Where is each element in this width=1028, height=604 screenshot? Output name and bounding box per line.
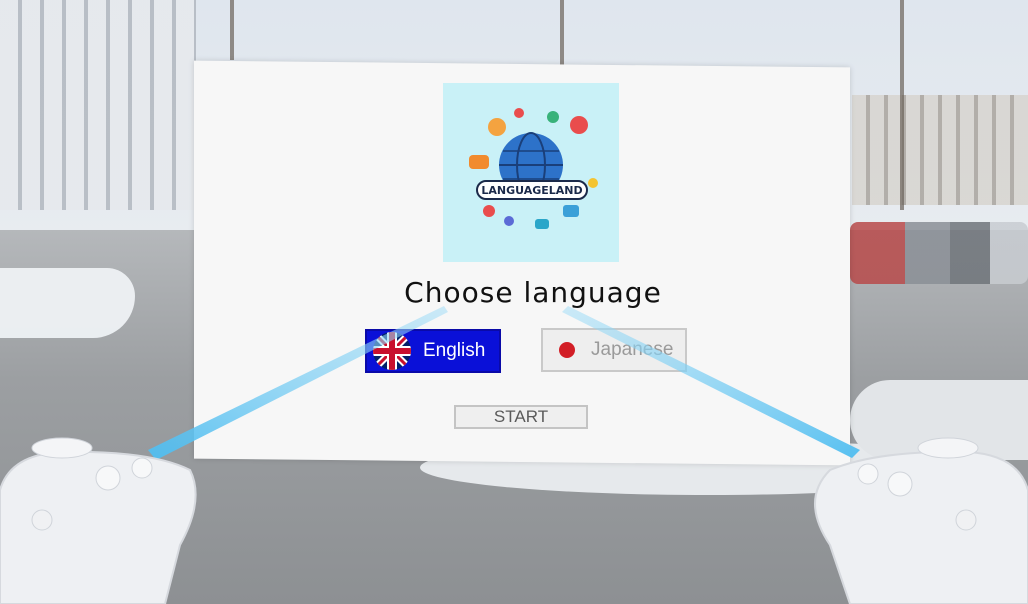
- vr-controller-left-icon: [0, 437, 197, 604]
- controller-overlay: [0, 306, 1028, 604]
- vr-controller-right-icon: [814, 437, 1028, 604]
- pointer-ray-left: [148, 306, 448, 460]
- pointer-ray-right: [562, 306, 860, 458]
